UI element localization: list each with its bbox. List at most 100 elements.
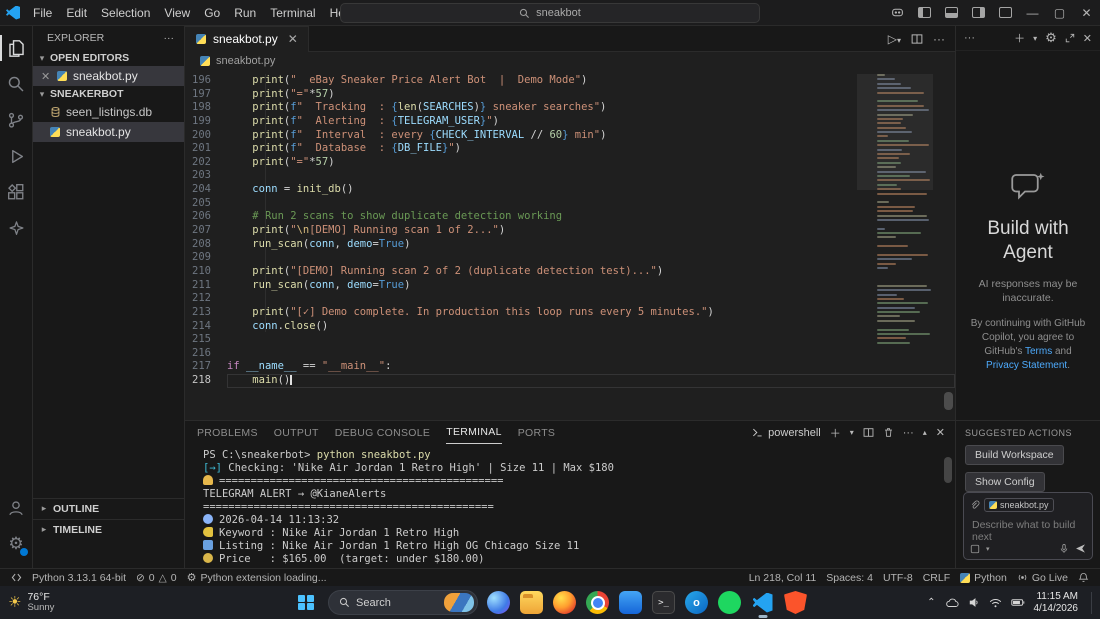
code-line[interactable]: 205	[185, 197, 955, 211]
terms-link[interactable]: Terms	[1025, 346, 1052, 357]
code-line[interactable]: 210 print("[DEMO] Running scan 2 of 2 (d…	[185, 265, 955, 279]
source-control-icon[interactable]	[0, 102, 33, 138]
chevron-down-icon[interactable]: ▾	[986, 545, 990, 553]
volume-icon[interactable]	[968, 597, 980, 608]
chat-close-icon[interactable]: ✕	[1083, 32, 1092, 45]
chat-dropdown-icon[interactable]: ▾	[1033, 34, 1037, 43]
cursor-position-status[interactable]: Ln 218, Col 11	[744, 572, 822, 584]
timeline-header[interactable]: ▸TIMELINE	[33, 519, 184, 540]
brave-taskbar-icon[interactable]	[784, 591, 807, 614]
attach-context-icon[interactable]	[970, 500, 980, 510]
vscode-taskbar-icon[interactable]	[751, 591, 774, 614]
show-desktop-button[interactable]	[1091, 592, 1094, 614]
chat-more-icon[interactable]: ···	[964, 32, 975, 44]
suggested-show-config-button[interactable]: Show Config	[965, 472, 1045, 492]
code-line[interactable]: 213 print("[✓] Demo complete. In product…	[185, 306, 955, 320]
code-line[interactable]: 212	[185, 292, 955, 306]
menu-file[interactable]: File	[26, 4, 59, 22]
code-line[interactable]: 218 main()	[185, 374, 955, 388]
open-editors-header[interactable]: ▾OPEN EDITORS	[33, 50, 184, 66]
suggested-build-workspace-button[interactable]: Build Workspace	[965, 445, 1064, 465]
menu-go[interactable]: Go	[197, 4, 227, 22]
run-debug-icon[interactable]	[0, 138, 33, 174]
code-line[interactable]: 199 print(f" Alerting : {TELEGRAM_USER}"…	[185, 115, 955, 129]
extensions-icon[interactable]	[0, 174, 33, 210]
code-editor[interactable]: 196 print(" eBay Sneaker Price Alert Bot…	[185, 69, 955, 420]
privacy-link[interactable]: Privacy Statement	[986, 360, 1067, 371]
menu-selection[interactable]: Selection	[94, 4, 157, 22]
language-mode-status[interactable]: Python	[955, 572, 1012, 584]
minimap[interactable]	[877, 74, 941, 418]
panel-close-icon[interactable]: ✕	[936, 426, 945, 439]
explorer-icon[interactable]	[0, 30, 33, 66]
code-line[interactable]: 211 run_scan(conn, demo=True)	[185, 279, 955, 293]
menu-terminal[interactable]: Terminal	[263, 4, 322, 22]
onedrive-cloud-icon[interactable]	[945, 598, 959, 608]
taskbar-search[interactable]: Search	[328, 590, 478, 615]
command-center-search[interactable]: sneakbot	[340, 3, 760, 23]
start-button[interactable]	[293, 590, 319, 616]
code-line[interactable]: 209	[185, 251, 955, 265]
breadcrumb[interactable]: sneakbot.py	[185, 52, 955, 69]
code-line[interactable]: 206 # Run 2 scans to show duplicate dete…	[185, 210, 955, 224]
new-terminal-icon[interactable]: ＋	[830, 425, 841, 441]
code-line[interactable]: 207 print("\n[DEMO] Running scan 1 of 2.…	[185, 224, 955, 238]
notifications-bell-icon[interactable]	[1073, 572, 1094, 583]
tray-chevron-up-icon[interactable]: ⌃	[927, 597, 935, 608]
wifi-icon[interactable]	[989, 598, 1002, 608]
panel-tab-output[interactable]: OUTPUT	[274, 421, 319, 444]
copilot-chat-icon[interactable]	[0, 210, 33, 246]
code-line[interactable]: 215	[185, 333, 955, 347]
firefox-taskbar-icon[interactable]	[553, 591, 576, 614]
file-item-sneakbot.py[interactable]: sneakbot.py	[33, 122, 184, 142]
terminal-output[interactable]: PS C:\sneakerbot> python sneakbot.py[→] …	[185, 444, 955, 566]
code-line[interactable]: 204 conn = init_db()	[185, 183, 955, 197]
outlook-taskbar-icon[interactable]: o	[685, 591, 708, 614]
panel-tab-problems[interactable]: PROBLEMS	[197, 421, 258, 444]
chrome-taskbar-icon[interactable]	[586, 591, 609, 614]
account-icon[interactable]	[0, 490, 33, 526]
panel-maximize-icon[interactable]: ▴	[923, 428, 927, 437]
chat-mode-selector[interactable]	[970, 544, 980, 554]
indentation-status[interactable]: Spaces: 4	[821, 572, 878, 584]
split-terminal-icon[interactable]	[863, 427, 874, 438]
chat-settings-gear-icon[interactable]: ⚙	[1045, 30, 1057, 46]
close-editor-icon[interactable]: ✕	[41, 70, 51, 83]
toggle-secondary-sidebar-icon[interactable]	[965, 0, 992, 26]
toggle-sidebar-icon[interactable]	[911, 0, 938, 26]
terminal-scrollbar[interactable]	[944, 457, 952, 483]
open-editor-item[interactable]: ✕ sneakbot.py	[33, 66, 184, 86]
run-python-file-icon[interactable]: ▷▾	[888, 32, 901, 46]
close-button[interactable]: ✕	[1073, 0, 1100, 26]
spotify-taskbar-icon[interactable]	[718, 591, 741, 614]
code-line[interactable]: 201 print(f" Database : {DB_FILE}")	[185, 142, 955, 156]
new-chat-icon[interactable]: ＋	[1014, 30, 1025, 46]
chat-maximize-icon[interactable]	[1065, 33, 1075, 43]
encoding-status[interactable]: UTF-8	[878, 572, 918, 584]
file-explorer-taskbar-icon[interactable]	[520, 591, 543, 614]
panel-tab-terminal[interactable]: TERMINAL	[446, 421, 502, 444]
terminal-taskbar-icon[interactable]: >_	[652, 591, 675, 614]
editor-scrollbar[interactable]	[944, 392, 953, 410]
tab-sneakbot[interactable]: sneakbot.py ✕	[185, 26, 309, 52]
maximize-button[interactable]: ▢	[1046, 0, 1073, 26]
code-line[interactable]: 208 run_scan(conn, demo=True)	[185, 238, 955, 252]
split-editor-icon[interactable]	[911, 33, 923, 45]
current-file-chip[interactable]: sneakbot.py	[984, 498, 1054, 512]
copilot-taskbar-icon[interactable]	[487, 591, 510, 614]
menu-view[interactable]: View	[157, 4, 197, 22]
minimize-button[interactable]: —	[1019, 0, 1046, 26]
panel-tab-debug-console[interactable]: DEBUG CONSOLE	[335, 421, 431, 444]
tab-close-icon[interactable]: ✕	[288, 32, 298, 46]
editor-more-icon[interactable]: ···	[933, 32, 945, 46]
taskbar-clock[interactable]: 11:15 AM 4/14/2026	[1034, 591, 1079, 615]
weather-widget[interactable]: ☀ 76°FSunny	[8, 592, 54, 614]
outline-header[interactable]: ▸OUTLINE	[33, 498, 184, 519]
remote-indicator[interactable]	[6, 572, 27, 583]
folder-header[interactable]: ▾SNEAKERBOT	[33, 86, 184, 102]
code-line[interactable]: 196 print(" eBay Sneaker Price Alert Bot…	[185, 74, 955, 88]
send-icon[interactable]	[1075, 543, 1086, 554]
minimap-slider[interactable]	[857, 74, 933, 190]
battery-icon[interactable]	[1011, 598, 1025, 607]
code-line[interactable]: 202 print("="*57)	[185, 156, 955, 170]
